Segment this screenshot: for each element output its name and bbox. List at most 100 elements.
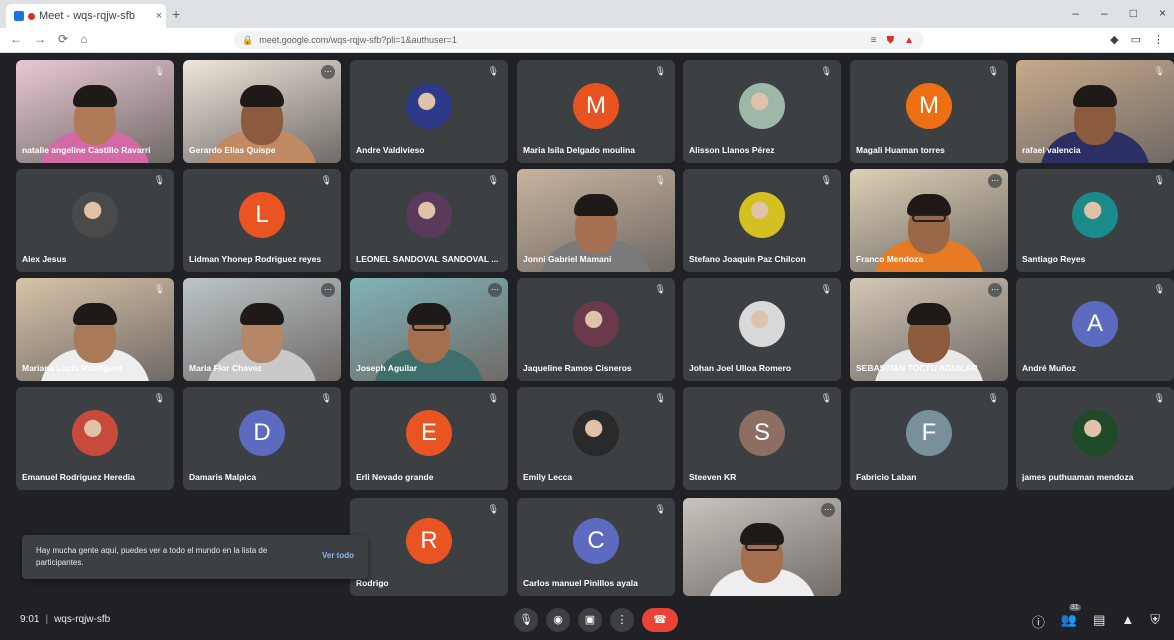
participant-hair	[73, 302, 117, 325]
people-icon[interactable]: 👥 31	[1061, 604, 1081, 631]
participant-count-badge: 31	[1068, 604, 1081, 611]
participant-name: rafael valencia	[1022, 145, 1081, 155]
participant-tile[interactable]: 🎙 Emanuel Rodriguez Heredia	[16, 387, 174, 490]
back-icon[interactable]: ←	[10, 32, 22, 46]
participant-tile[interactable]: 🎙 Jonni Gabriel Mamani	[517, 169, 675, 272]
close-window-button[interactable]: ×	[1159, 6, 1166, 20]
participant-tile[interactable]: 🎙 LEONEL SANDOVAL SANDOVAL ...	[350, 169, 508, 272]
participant-tile[interactable]: 🎙 Alisson Llanos Pérez	[683, 60, 841, 163]
shield-icon[interactable]: ⛊	[887, 35, 895, 46]
tune-icon[interactable]: ≡	[871, 35, 877, 46]
captions-icon[interactable]: ▣	[578, 608, 602, 632]
mic-muted-icon: 🎙	[153, 284, 165, 294]
tab-close-icon[interactable]: ×	[152, 10, 166, 22]
participant-tile[interactable]: 🎙 Santiago Reyes	[1016, 169, 1174, 272]
participant-tile[interactable]: 🎙 Johan Joel Ulloa Romero	[683, 278, 841, 381]
new-tab-button[interactable]: +	[172, 6, 180, 22]
mic-muted-icon: 🎙	[654, 393, 666, 403]
participant-tile[interactable]: F 🎙 Fabricio Laban	[850, 387, 1008, 490]
participant-name: Gerardo Elias Quispe	[189, 145, 276, 155]
participant-tile[interactable]: L 🎙 Lidman Yhonep Rodriguez reyes	[183, 169, 341, 272]
home-icon[interactable]: ⌂	[80, 32, 87, 46]
mic-muted-icon: 🎙	[1153, 393, 1165, 403]
participant-tile[interactable]: 🎙 james puthuaman mendoza	[1016, 387, 1174, 490]
participant-name: Emanuel Rodriguez Heredia	[22, 472, 135, 482]
forward-icon[interactable]: →	[34, 32, 46, 46]
participant-photo	[1072, 191, 1118, 238]
participant-hair	[240, 302, 284, 325]
participant-tile[interactable]: M 🎙 Maria Isila Delgado moulina	[517, 60, 675, 163]
mic-muted-icon: 🎙	[987, 393, 999, 403]
participant-name: Steeven KR	[689, 472, 737, 482]
participant-name: Lidman Yhonep Rodriguez reyes	[189, 254, 322, 264]
participant-hair	[907, 302, 951, 325]
participant-tile[interactable]: 🎙 Alex Jesus	[16, 169, 174, 272]
participant-tile[interactable]: ⋯ Maria Flor Chavez	[183, 278, 341, 381]
participant-hair	[240, 84, 284, 107]
chat-icon[interactable]: ▤	[1093, 612, 1105, 631]
participant-photo	[72, 191, 118, 238]
url-field[interactable]: 🔒 meet.google.com/wqs-rqjw-sfb?pli=1&aut…	[234, 31, 924, 49]
participant-tile[interactable]: ⋯ Gerardo Elias Quispe	[183, 60, 341, 163]
participant-tile[interactable]: 🎙 rafael valencia	[1016, 60, 1174, 163]
participant-avatar: M	[906, 82, 952, 129]
camera-toggle-icon[interactable]: ◉	[546, 608, 570, 632]
participant-tile[interactable]: R 🎙 Rodrigo	[350, 498, 508, 596]
extension-icon[interactable]: ◆	[1110, 33, 1118, 46]
participant-avatar: A	[1072, 300, 1118, 347]
participant-photo	[406, 191, 452, 238]
speaking-indicator-icon: ⋯	[988, 283, 1002, 297]
participant-tile[interactable]: 🎙 Andre Valdivieso	[350, 60, 508, 163]
participant-tile[interactable]: ⋯ Joseph Aguilar	[350, 278, 508, 381]
microphone-toggle-icon[interactable]: 🎙	[514, 608, 538, 632]
participant-photo	[1072, 409, 1118, 456]
lock-icon: 🔒	[242, 34, 254, 45]
participant-tile[interactable]: 🎙 Jaqueline Ramos Cisneros	[517, 278, 675, 381]
participant-name: Santiago Reyes	[1022, 254, 1086, 264]
glasses	[412, 323, 446, 332]
side-panel-controls: ⓘ 👥 31 ▤ ▲ ⛨	[1032, 604, 1160, 631]
participant-tile[interactable]: ⋯	[683, 498, 841, 596]
participant-tile[interactable]: 🎙 Mariana Lucia Rodriguez	[16, 278, 174, 381]
meeting-control-bar: 9:01 | wqs-rqjw-sfb 🎙 ◉ ▣ ⋮ ☎ ⓘ 👥 31 ▤ ▲ ⛨	[0, 600, 1174, 640]
participant-name: Alex Jesus	[22, 254, 67, 264]
participant-tile[interactable]: M 🎙 Magali Huaman torres	[850, 60, 1008, 163]
tab-title: Meet - wqs-rqjw-sfb	[39, 10, 135, 22]
participant-photo	[739, 191, 785, 238]
host-controls-icon[interactable]: ⛨	[1150, 612, 1160, 631]
reload-icon[interactable]: ⟳	[58, 32, 68, 46]
participant-tile[interactable]: 🎙 natalie angeline Castillo Ravarri	[16, 60, 174, 163]
browser-tab[interactable]: Meet - wqs-rqjw-sfb ×	[6, 4, 166, 28]
participant-avatar: L	[239, 191, 285, 238]
maximize-button[interactable]: □	[1130, 6, 1137, 20]
participant-tile[interactable]: 🎙 Emily Lecca	[517, 387, 675, 490]
participant-tile[interactable]: E 🎙 Erli Nevado grande	[350, 387, 508, 490]
menu-icon[interactable]: ⋮	[1153, 33, 1164, 46]
leave-call-button[interactable]: ☎	[642, 608, 678, 632]
participant-tile[interactable]: S 🎙 Steeven KR	[683, 387, 841, 490]
glasses	[745, 543, 779, 552]
participant-hair	[740, 522, 784, 545]
more-options-icon[interactable]: ⋮	[610, 608, 634, 632]
mic-muted-icon: 🎙	[320, 393, 332, 403]
participant-tile[interactable]: ⋯ SEBASTIAN TOCTO AGUILAR	[850, 278, 1008, 381]
see-all-button[interactable]: Ver todo	[322, 551, 354, 560]
participant-hair	[574, 193, 618, 216]
participant-avatar: F	[906, 409, 952, 456]
info-icon[interactable]: ⓘ	[1032, 612, 1045, 631]
reading-list-icon[interactable]: ▭	[1131, 33, 1141, 46]
profile-menu-icon[interactable]: –	[1072, 6, 1079, 20]
speaking-indicator-icon: ⋯	[321, 283, 335, 297]
participant-tile[interactable]: ⋯ Franco Mendoza	[850, 169, 1008, 272]
participant-tile[interactable]: 🎙 Stefano Joaquin Paz Chilcon	[683, 169, 841, 272]
activities-icon[interactable]: ▲	[1121, 612, 1134, 631]
warning-icon[interactable]: ▲	[904, 35, 914, 46]
participant-tile[interactable]: A 🎙 André Muñoz	[1016, 278, 1174, 381]
participant-tile[interactable]: C 🎙 Carlos manuel Pinillos ayala	[517, 498, 675, 596]
window-controls: – – □ ×	[1072, 6, 1166, 20]
participant-name: Maria Flor Chavez	[189, 363, 262, 373]
minimize-button[interactable]: –	[1101, 6, 1108, 20]
participant-name: Alisson Llanos Pérez	[689, 145, 775, 155]
mic-muted-icon: 🎙	[153, 66, 165, 76]
participant-tile[interactable]: D 🎙 Damaris Malpica	[183, 387, 341, 490]
